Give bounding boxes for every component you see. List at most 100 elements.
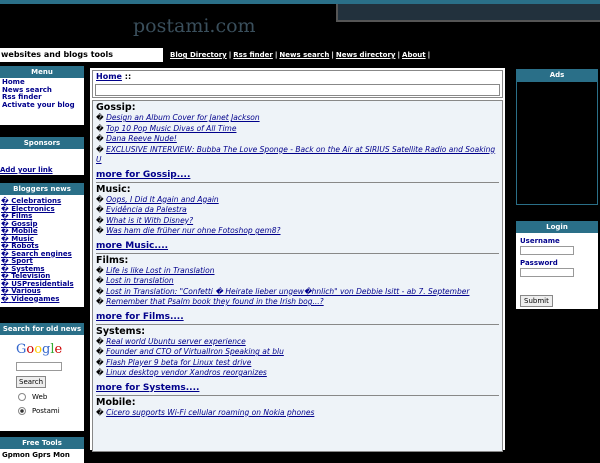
ads-title: Ads: [516, 69, 598, 81]
spacer: [0, 125, 84, 137]
bullet-glyph: �: [96, 286, 104, 296]
section-mobile: Mobile: � Cicero supports Wi-Fi cellular…: [93, 396, 502, 419]
add-your-link[interactable]: Add your link: [0, 166, 53, 174]
bullet-glyph: �: [96, 368, 104, 377]
news-link[interactable]: Top 10 Pop Music Divas of All Time: [106, 124, 236, 133]
news-item: � Lost in Translation: "Confetti � Heira…: [96, 287, 499, 298]
news-link[interactable]: Founder and CTO of VirtualIron Speaking …: [106, 347, 284, 356]
news-link[interactable]: EXCLUSIVE INTERVIEW: Bubba The Love Spon…: [96, 145, 495, 165]
password-label: Password: [520, 259, 558, 267]
search-box: Google Search Web Postami: [0, 335, 84, 431]
section-music: Music: � Oops, I Did It Again and Again …: [93, 183, 502, 254]
bullet-glyph: �: [96, 215, 104, 225]
bullet-glyph: �: [96, 134, 104, 143]
main-content: Home :: Gossip: � Design an Album Cover …: [90, 68, 505, 452]
bullet-glyph: �: [96, 123, 104, 133]
site-title: postami.com: [133, 15, 256, 37]
news-item: � Cicero supports Wi-Fi cellular roaming…: [96, 408, 499, 419]
nav-news-directory[interactable]: News directory: [336, 51, 396, 59]
bullet-glyph: �: [96, 276, 104, 285]
submit-button[interactable]: Submit: [520, 295, 553, 307]
radio-circle[interactable]: [18, 393, 26, 401]
radio-web[interactable]: Web: [18, 393, 47, 401]
news-link[interactable]: What is it With Disney?: [106, 216, 193, 225]
news-link[interactable]: Real world Ubuntu server experience: [106, 337, 246, 346]
news-link[interactable]: Oops, I Did It Again and Again: [106, 195, 219, 204]
news-item: � Remember that Psalm book they found in…: [96, 297, 499, 308]
bloggers-news-title: Bloggers news: [0, 183, 84, 195]
bullet-glyph: �: [96, 265, 104, 275]
nav-separator: |: [228, 51, 232, 59]
username-field[interactable]: [520, 246, 574, 255]
breadcrumb-home[interactable]: Home: [96, 72, 122, 81]
news-item: � Design an Album Cover for Janet Jackso…: [96, 113, 499, 124]
breadcrumb-inner-box: [95, 84, 500, 96]
news-link[interactable]: Lost in Translation: "Confetti � Heirate…: [106, 287, 469, 296]
news-item: � Dana Reeve Nude!: [96, 134, 499, 145]
nav-separator: |: [397, 51, 401, 59]
news-link[interactable]: Lost in translation: [106, 276, 174, 285]
login-box: Login Username Password Submit: [516, 221, 598, 309]
news-link[interactable]: Dana Reeve Nude!: [106, 134, 177, 143]
more-link[interactable]: more Music....: [96, 241, 499, 251]
radio-postami-label: Postami: [32, 407, 60, 415]
section-title: Gossip:: [96, 102, 136, 113]
ads-area: [516, 81, 598, 205]
menu-activate-blog[interactable]: Activate your blog: [0, 101, 84, 110]
news-link[interactable]: Cicero supports Wi-Fi cellular roaming o…: [106, 408, 314, 417]
free-tools-item[interactable]: Gpmon Gprs Mon: [0, 449, 84, 463]
news-link[interactable]: Life is like Lost in Translation: [106, 266, 214, 275]
section-title: Films:: [96, 254, 129, 266]
nav-rss-finder[interactable]: Rss finder: [233, 51, 273, 59]
breadcrumb: Home ::: [92, 70, 503, 98]
bullet-glyph: �: [96, 297, 104, 306]
spacer: [0, 307, 84, 323]
bullet-glyph: �: [96, 113, 104, 122]
login-title: Login: [516, 221, 598, 233]
news-list: Gossip: � Design an Album Cover for Jane…: [92, 100, 503, 452]
news-link[interactable]: Linux desktop vendor Xandros reorganizes: [106, 368, 267, 377]
nav-news-search[interactable]: News search: [279, 51, 329, 59]
nav-about[interactable]: About: [402, 51, 426, 59]
news-item: � What is it With Disney?: [96, 216, 499, 227]
more-link[interactable]: more for Gossip....: [96, 170, 499, 180]
bullet-glyph: �: [96, 194, 104, 204]
top-nav: Blog Directory | Rss finder | News search | Ne…: [170, 48, 433, 62]
news-link[interactable]: Flash Player 9 beta for Linux test drive: [106, 358, 251, 367]
more-link[interactable]: more for Systems....: [96, 383, 499, 393]
news-cat-videogames[interactable]: � Videogames: [0, 294, 84, 304]
radio-web-label: Web: [32, 393, 48, 401]
news-item: � Top 10 Pop Music Divas of All Time: [96, 124, 499, 135]
free-tools-title: Free Tools: [0, 437, 84, 449]
section-gossip: Gossip: � Design an Album Cover for Jane…: [93, 101, 502, 183]
nav-separator: |: [331, 51, 334, 59]
nav-separator: |: [274, 51, 278, 59]
bullet-glyph: �: [96, 336, 104, 346]
section-films: Films: � Life is like Lost in Translatio…: [93, 254, 502, 325]
news-link[interactable]: Evidência da Palestra: [106, 205, 187, 214]
breadcrumb-sep: ::: [124, 72, 132, 81]
news-item: � Was ham die früher nur ohne Fotoshop g…: [96, 226, 499, 237]
bullet-glyph: �: [96, 347, 104, 356]
nav-blog-directory[interactable]: Blog Directory: [170, 51, 227, 59]
news-link[interactable]: Remember that Psalm book they found in t…: [106, 297, 324, 306]
password-field[interactable]: [520, 268, 574, 277]
bullet-glyph: �: [1, 294, 9, 303]
radio-circle-selected[interactable]: [18, 407, 26, 415]
news-item: � Real world Ubuntu server experience: [96, 337, 499, 348]
news-item: � Life is like Lost in Translation: [96, 266, 499, 277]
news-item: � Lost in translation: [96, 276, 499, 287]
bloggers-news-box: � Celebrations � Electronics � Films � G…: [0, 195, 84, 307]
top-right-panel: [336, 4, 600, 22]
breadcrumb-row: Home ::: [96, 72, 131, 81]
section-title: Mobile:: [96, 396, 136, 408]
search-input[interactable]: [16, 362, 62, 371]
news-item: � Evidência da Palestra: [96, 205, 499, 216]
more-link[interactable]: more for Films....: [96, 312, 499, 322]
radio-postami[interactable]: Postami: [18, 407, 60, 415]
news-link[interactable]: Was ham die früher nur ohne Fotoshop gem…: [106, 226, 280, 235]
username-label: Username: [520, 237, 560, 245]
news-link[interactable]: Design an Album Cover for Janet Jackson: [106, 113, 260, 122]
search-button[interactable]: Search: [16, 376, 47, 388]
bullet-glyph: �: [96, 205, 104, 214]
